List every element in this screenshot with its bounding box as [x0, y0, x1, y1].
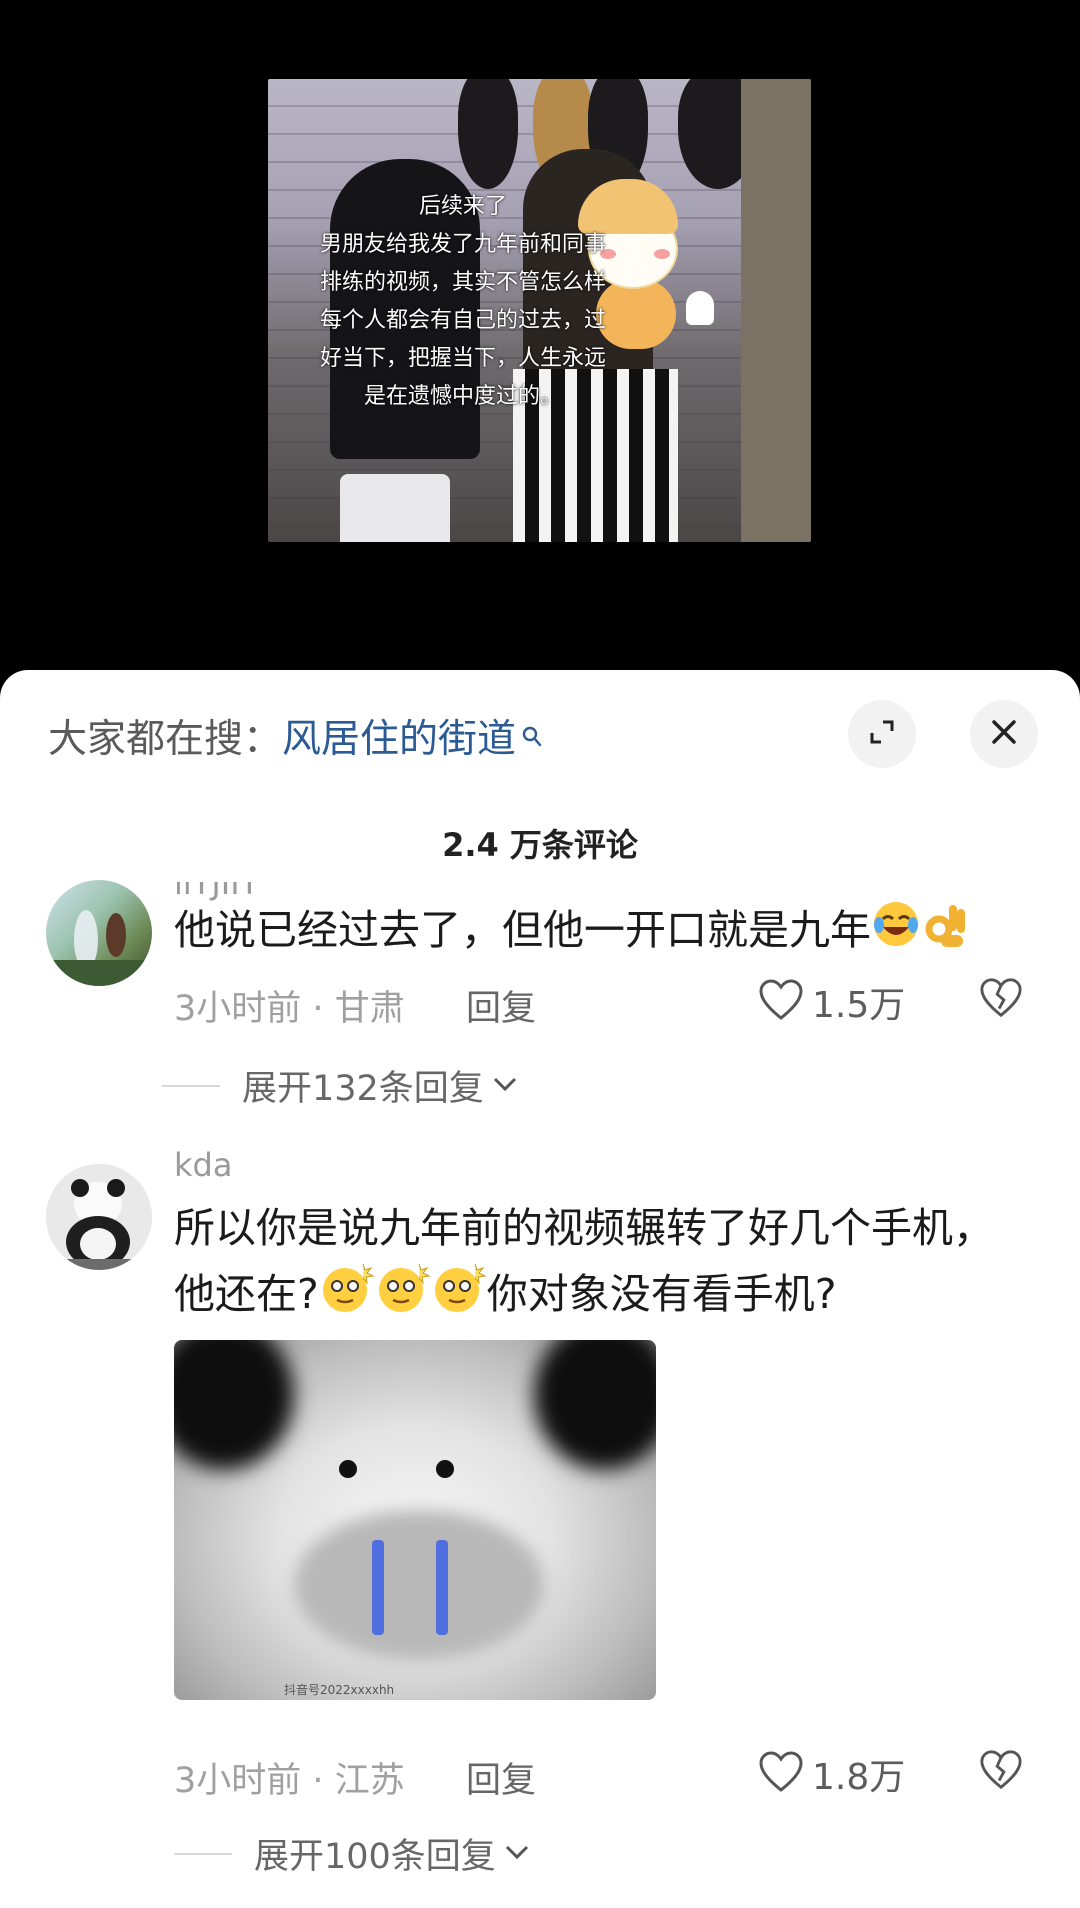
- expand-replies-label: 展开100条回复: [254, 1837, 496, 1877]
- caption-line: 是在遗憾中度过的。: [363, 384, 562, 409]
- expand-icon: [866, 716, 898, 752]
- like-count: 1.8万: [812, 1757, 906, 1798]
- broken-heart-icon: [979, 978, 1023, 1024]
- sticker-ghost: [686, 291, 714, 325]
- meme-panda-eye: [436, 1460, 454, 1478]
- comment-count: 2.4 万条评论: [442, 826, 638, 864]
- like-button[interactable]: 1.8万: [758, 1748, 905, 1800]
- comment-text-segment: 你对象没有看手机?: [486, 1270, 837, 1318]
- meme-panda-eye: [339, 1460, 357, 1478]
- caption-line: 后续来了: [418, 194, 507, 219]
- comment-username[interactable]: kda: [174, 1146, 232, 1184]
- heart-icon: [758, 978, 804, 1026]
- comment-time: 3小时前: [174, 1761, 302, 1801]
- trending-search[interactable]: 大家都在搜： 风居住的街道: [48, 708, 542, 764]
- dizzy-face-emoji: [319, 1260, 375, 1334]
- broken-heart-icon: [979, 1750, 1023, 1796]
- meme-panda-ear: [534, 1340, 656, 1470]
- close-icon: [988, 716, 1020, 752]
- comment-time: 3小时前: [174, 989, 302, 1029]
- meta-separator: ·: [312, 989, 335, 1029]
- trending-search-label: 大家都在搜：: [48, 717, 283, 762]
- comment-text-line: 所以你是说九年前的视频辗转了好几个手机，: [174, 1204, 994, 1252]
- expand-button[interactable]: [848, 700, 916, 768]
- comment-text-segment: 他还在?: [174, 1270, 319, 1318]
- trending-search-term[interactable]: 风居住的街道: [282, 708, 516, 764]
- expand-replies[interactable]: 展开132条回复: [162, 1060, 520, 1111]
- expand-divider: [162, 1084, 220, 1087]
- comment-meta: 3小时前 · 江苏: [174, 1752, 405, 1803]
- comment-text-content: 他说已经过去了，但他一开口就是九年: [174, 906, 871, 954]
- comment-text: 所以你是说九年前的视频辗转了好几个手机， 他还在? 你对象没有看手机?: [174, 1196, 1034, 1334]
- expand-replies[interactable]: 展开100条回复: [174, 1828, 532, 1879]
- meme-watermark: 抖音号2022xxxxhh: [284, 1683, 395, 1697]
- meme-panda-tear: [436, 1540, 448, 1635]
- video-caption: 后续来了 男朋友给我发了九年前和同事 排练的视频，其实不管怎么样 每个人都会有自…: [268, 188, 658, 416]
- meme-image[interactable]: 抖音号2022xxxxhh: [174, 1340, 656, 1700]
- meme-panda-tear: [372, 1540, 384, 1635]
- dislike-button[interactable]: [979, 976, 1023, 1024]
- laughing-crying-emoji: [871, 899, 921, 967]
- expand-replies-label: 展开132条回复: [242, 1069, 484, 1109]
- dizzy-face-emoji: [431, 1260, 487, 1334]
- comment-text: 他说已经过去了，但他一开口就是九年: [174, 898, 1034, 967]
- comment-username[interactable]: iiTJIIT: [174, 882, 259, 902]
- search-icon: [522, 713, 542, 747]
- avatar[interactable]: [46, 880, 152, 986]
- ok-hand-emoji: [921, 899, 971, 967]
- like-button[interactable]: 1.5万: [758, 976, 905, 1028]
- expand-divider: [174, 1852, 232, 1855]
- meme-panda-ear: [174, 1340, 294, 1470]
- dislike-button[interactable]: [979, 1748, 1023, 1796]
- comment-location: 江苏: [334, 1761, 405, 1801]
- stool-shape: [340, 474, 450, 542]
- caption-line: 男朋友给我发了九年前和同事: [319, 232, 606, 257]
- close-button[interactable]: [970, 700, 1038, 768]
- meme-panda-mouth: [294, 1510, 544, 1660]
- comment-text-line: 他还在? 你对象没有看手机?: [174, 1260, 1034, 1334]
- caption-line: 每个人都会有自己的过去，过: [319, 308, 606, 333]
- comments-sheet: 大家都在搜： 风居住的街道 2.4 万条评论 iiTJIIT 他说已经过去了，但…: [0, 670, 1080, 1908]
- comment-location: 甘肃: [334, 989, 405, 1029]
- chevron-down-icon: [502, 1840, 532, 1868]
- door-shape: [741, 79, 811, 542]
- meta-separator: ·: [312, 1761, 335, 1801]
- reply-button[interactable]: 回复: [466, 980, 536, 1031]
- reply-button[interactable]: 回复: [466, 1752, 536, 1803]
- dizzy-face-emoji: [375, 1260, 431, 1334]
- heart-icon: [758, 1750, 804, 1798]
- video-player[interactable]: 后续来了 男朋友给我发了九年前和同事 排练的视频，其实不管怎么样 每个人都会有自…: [0, 0, 1080, 690]
- caption-line: 排练的视频，其实不管怎么样: [319, 270, 606, 295]
- avatar[interactable]: [46, 1164, 152, 1270]
- caption-line: 好当下，把握当下，人生永远: [319, 346, 606, 371]
- chevron-down-icon: [490, 1072, 520, 1100]
- comment-meta: 3小时前 · 甘肃: [174, 980, 405, 1031]
- like-count: 1.5万: [812, 985, 906, 1026]
